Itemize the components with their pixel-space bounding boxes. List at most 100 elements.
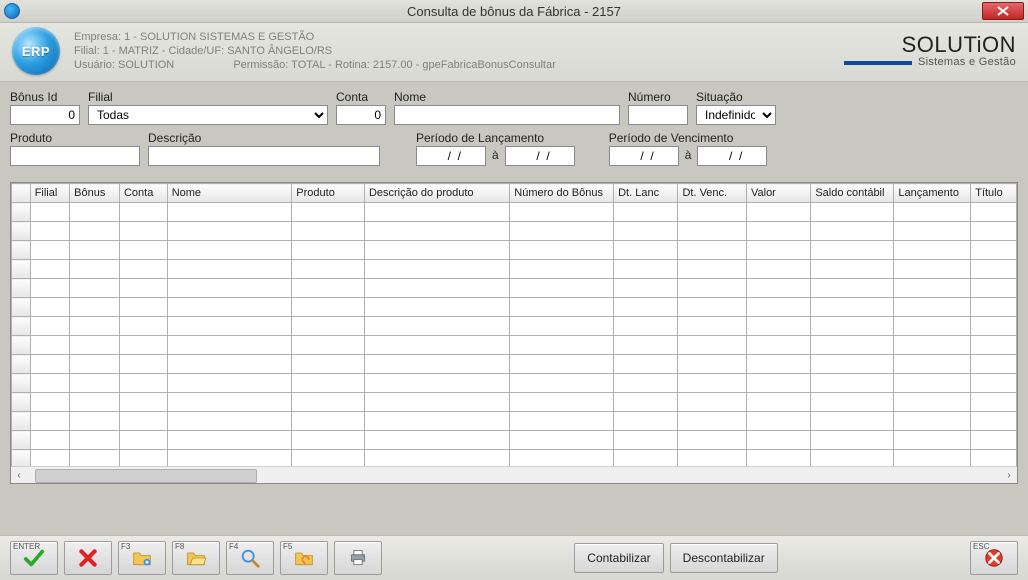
brand-main: SOLUTiON	[844, 34, 1016, 56]
brand-sub: Sistemas e Gestão	[918, 57, 1016, 68]
confirm-button[interactable]: ENTER	[10, 541, 58, 575]
header-usuario: Usuário: SOLUTION	[74, 59, 174, 71]
f4-button[interactable]: F4	[226, 541, 274, 575]
table-row[interactable]	[12, 431, 1017, 450]
col-bonus[interactable]: Bônus	[70, 184, 120, 203]
table-row[interactable]	[12, 203, 1017, 222]
label-descricao: Descrição	[148, 131, 380, 145]
table-row[interactable]	[12, 222, 1017, 241]
scroll-left-icon[interactable]: ‹	[11, 467, 27, 483]
window-title: Consulta de bônus da Fábrica - 2157	[407, 4, 621, 19]
f5-button[interactable]: F5	[280, 541, 328, 575]
brand-logo: SOLUTiON Sistemas e Gestão	[844, 34, 1016, 68]
table-row[interactable]	[12, 317, 1017, 336]
f4-key: F4	[229, 543, 238, 551]
lanc-sep: à	[490, 148, 501, 164]
x-red-icon	[78, 548, 98, 568]
input-venc-to[interactable]	[697, 146, 767, 166]
input-numero[interactable]	[628, 105, 688, 125]
label-bonus-id: Bônus Id	[10, 90, 80, 104]
col-rowhead[interactable]	[12, 184, 31, 203]
header-permissao: Permissão: TOTAL - Rotina: 2157.00 - gpe…	[233, 58, 555, 72]
cancel-button[interactable]	[64, 541, 112, 575]
window-titlebar: Consulta de bônus da Fábrica - 2157	[0, 0, 1028, 23]
table-row[interactable]	[12, 336, 1017, 355]
filters-panel: Bônus Id Filial Todas Conta Nome Número …	[0, 82, 1028, 182]
input-conta[interactable]	[336, 105, 386, 125]
printer-icon	[347, 548, 369, 568]
app-icon	[4, 3, 20, 19]
select-filial[interactable]: Todas	[88, 105, 328, 125]
confirm-key: ENTER	[13, 543, 40, 551]
contabilizar-label: Contabilizar	[587, 551, 650, 565]
window-close-button[interactable]	[982, 2, 1024, 20]
table-row[interactable]	[12, 374, 1017, 393]
label-nome: Nome	[394, 90, 620, 104]
table-row[interactable]	[12, 393, 1017, 412]
label-filial: Filial	[88, 90, 328, 104]
bottom-toolbar: ENTER F3 F8 F4 F5	[0, 535, 1028, 580]
esc-button[interactable]: ESC	[970, 541, 1018, 575]
table-row[interactable]	[12, 412, 1017, 431]
search-icon	[239, 547, 261, 569]
brand-bar	[844, 61, 912, 65]
descontabilizar-label: Descontabilizar	[683, 551, 765, 565]
header-bar: Empresa: 1 - SOLUTION SISTEMAS E GESTÃO …	[0, 23, 1028, 82]
f8-key: F8	[175, 543, 184, 551]
col-num-bonus[interactable]: Número do Bônus	[510, 184, 614, 203]
folder-open-icon	[185, 548, 207, 568]
input-descricao[interactable]	[148, 146, 380, 166]
label-periodo-lanc: Período de Lançamento	[416, 131, 575, 145]
col-dt-venc[interactable]: Dt. Venc.	[678, 184, 747, 203]
header-info: Empresa: 1 - SOLUTION SISTEMAS E GESTÃO …	[74, 30, 830, 72]
col-lancamento[interactable]: Lançamento	[894, 184, 971, 203]
label-produto: Produto	[10, 131, 140, 145]
table-row[interactable]	[12, 355, 1017, 374]
contabilizar-button[interactable]: Contabilizar	[574, 543, 663, 573]
col-titulo[interactable]: Título	[971, 184, 1017, 203]
erp-logo-icon	[12, 27, 60, 75]
grid-hscrollbar[interactable]: ‹ ›	[11, 466, 1017, 483]
label-periodo-venc: Período de Vencimento	[609, 131, 768, 145]
label-situacao: Situação	[696, 90, 776, 104]
close-icon	[997, 6, 1009, 16]
table-row[interactable]	[12, 279, 1017, 298]
data-grid[interactable]: Filial Bônus Conta Nome Produto Descriçã…	[11, 183, 1017, 469]
input-bonus-id[interactable]	[10, 105, 80, 125]
header-filial: Filial: 1 - MATRIZ - Cidade/UF: SANTO ÂN…	[74, 44, 830, 58]
grid-wrap: Filial Bônus Conta Nome Produto Descriçã…	[10, 182, 1018, 484]
col-produto[interactable]: Produto	[292, 184, 365, 203]
table-row[interactable]	[12, 298, 1017, 317]
select-situacao[interactable]: Indefinido	[696, 105, 776, 125]
table-row[interactable]	[12, 241, 1017, 260]
venc-sep: à	[683, 148, 694, 164]
col-desc-produto[interactable]: Descrição do produto	[364, 184, 509, 203]
label-conta: Conta	[336, 90, 386, 104]
f3-key: F3	[121, 543, 130, 551]
descontabilizar-button[interactable]: Descontabilizar	[670, 543, 778, 573]
print-button[interactable]	[334, 541, 382, 575]
col-dt-lanc[interactable]: Dt. Lanc	[614, 184, 678, 203]
label-numero: Número	[628, 90, 688, 104]
grid-header-row: Filial Bônus Conta Nome Produto Descriçã…	[12, 184, 1017, 203]
scroll-right-icon[interactable]: ›	[1001, 467, 1017, 483]
col-filial[interactable]: Filial	[30, 184, 69, 203]
scroll-thumb[interactable]	[35, 469, 257, 483]
f8-button[interactable]: F8	[172, 541, 220, 575]
folder-new-icon	[131, 548, 153, 568]
input-produto[interactable]	[10, 146, 140, 166]
f3-button[interactable]: F3	[118, 541, 166, 575]
input-venc-from[interactable]	[609, 146, 679, 166]
input-lanc-to[interactable]	[505, 146, 575, 166]
col-saldo[interactable]: Saldo contábil	[811, 184, 894, 203]
input-lanc-from[interactable]	[416, 146, 486, 166]
header-empresa: Empresa: 1 - SOLUTION SISTEMAS E GESTÃO	[74, 30, 830, 44]
col-valor[interactable]: Valor	[746, 184, 810, 203]
col-nome[interactable]: Nome	[167, 184, 292, 203]
input-nome[interactable]	[394, 105, 620, 125]
col-conta[interactable]: Conta	[119, 184, 167, 203]
folder-refresh-icon	[293, 548, 315, 568]
table-row[interactable]	[12, 260, 1017, 279]
esc-key: ESC	[973, 543, 989, 551]
f5-key: F5	[283, 543, 292, 551]
